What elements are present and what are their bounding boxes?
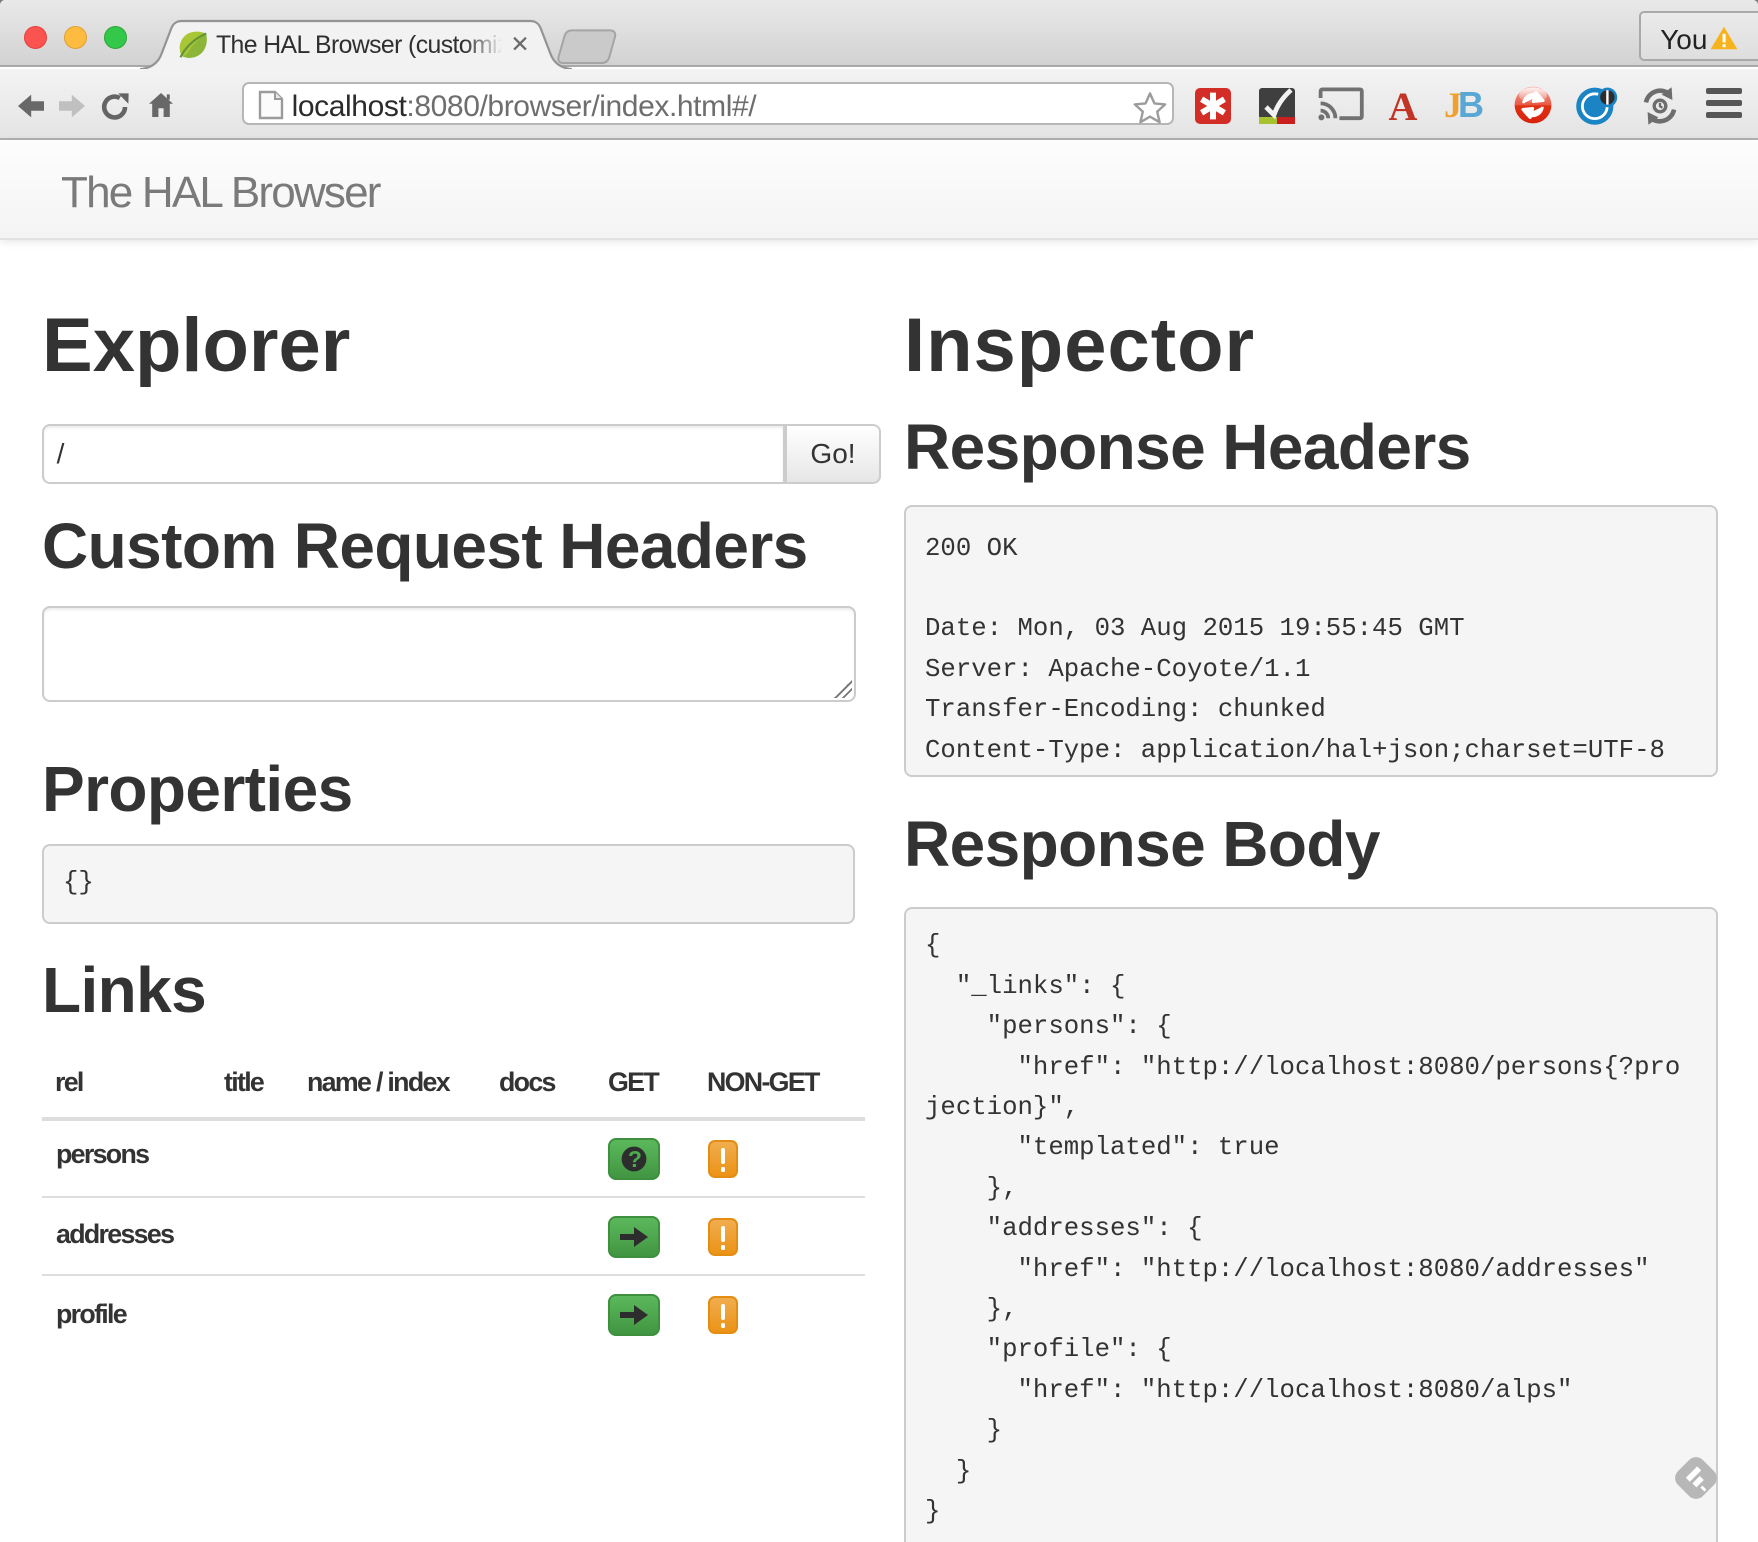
svg-text:?: ? [628,1146,641,1172]
